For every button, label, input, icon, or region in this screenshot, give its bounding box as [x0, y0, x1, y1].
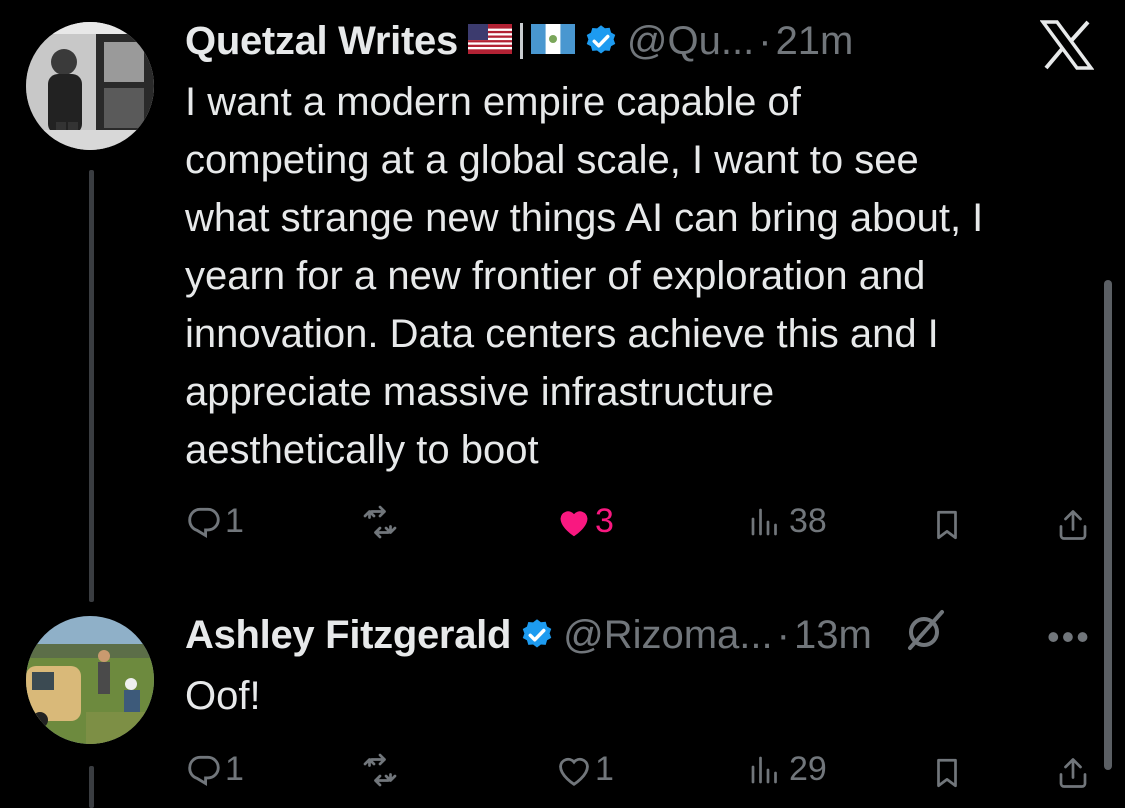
like-count: 3 [595, 502, 614, 540]
thread-line [89, 170, 94, 602]
bookmark-button[interactable] [930, 506, 964, 544]
reply-button[interactable]: 1 [185, 502, 244, 541]
us-flag-icon [467, 19, 512, 64]
author-name[interactable]: Ashley Fitzgerald [185, 613, 511, 658]
bookmark-icon [930, 506, 964, 544]
more-icon[interactable]: ••• [1047, 616, 1091, 658]
author-name[interactable]: Quetzal Writes [185, 19, 458, 64]
like-icon [555, 751, 593, 789]
reply-icon [185, 503, 223, 541]
reply-icon [185, 751, 223, 789]
retweet-button[interactable] [360, 752, 400, 788]
like-button[interactable]: 3 [555, 502, 614, 541]
author-handle[interactable]: @Rizoma... [563, 613, 773, 658]
tweet-header: Quetzal Writes @Qu... · 21m [185, 16, 853, 66]
action-bar: 1 1 29 [185, 750, 1095, 800]
dot-separator: · [776, 612, 790, 657]
scrollbar[interactable] [1104, 280, 1112, 770]
share-button[interactable] [1055, 506, 1091, 544]
bookmark-button[interactable] [930, 754, 964, 792]
views-button[interactable]: 38 [747, 502, 827, 541]
reply-button[interactable]: 1 [185, 750, 244, 789]
separator-bar [519, 23, 523, 59]
tweet-text: Oof! [185, 674, 261, 718]
tweet-header: Ashley Fitzgerald @Rizoma... · 13m [185, 610, 950, 660]
like-icon [555, 503, 593, 541]
dot-separator: · [758, 18, 772, 63]
views-button[interactable]: 29 [747, 750, 827, 789]
thread-line [89, 766, 94, 808]
retweet-button[interactable] [360, 504, 400, 540]
reply-count: 1 [225, 502, 244, 540]
timestamp[interactable]: 21m [776, 19, 854, 64]
timestamp[interactable]: 13m [794, 613, 872, 658]
share-icon [1055, 506, 1091, 544]
verified-badge-icon[interactable] [519, 617, 555, 653]
tweet-quetzal[interactable]: Quetzal Writes @Qu... · 21m I want a mod… [0, 0, 1125, 602]
views-count: 38 [789, 502, 827, 540]
reply-count: 1 [225, 750, 244, 788]
guatemala-flag-icon [530, 19, 575, 64]
bookmark-icon [930, 754, 964, 792]
avatar[interactable] [26, 616, 154, 744]
tweet-text: I want a modern empire capable of compet… [185, 80, 984, 472]
views-icon [747, 504, 783, 540]
tweet-ashley[interactable]: Ashley Fitzgerald @Rizoma... · 13m ••• O… [0, 600, 1125, 808]
action-bar: 1 3 38 [185, 502, 1095, 552]
share-button[interactable] [1055, 754, 1091, 792]
author-handle[interactable]: @Qu... [627, 19, 754, 64]
views-icon [747, 752, 783, 788]
retweet-icon [360, 504, 400, 540]
retweet-icon [360, 752, 400, 788]
like-button[interactable]: 1 [555, 750, 614, 789]
like-count: 1 [595, 750, 614, 788]
share-icon [1055, 754, 1091, 792]
grok-icon[interactable] [902, 606, 950, 664]
views-count: 29 [789, 750, 827, 788]
verified-badge-icon[interactable] [583, 23, 619, 59]
avatar[interactable] [26, 22, 154, 150]
